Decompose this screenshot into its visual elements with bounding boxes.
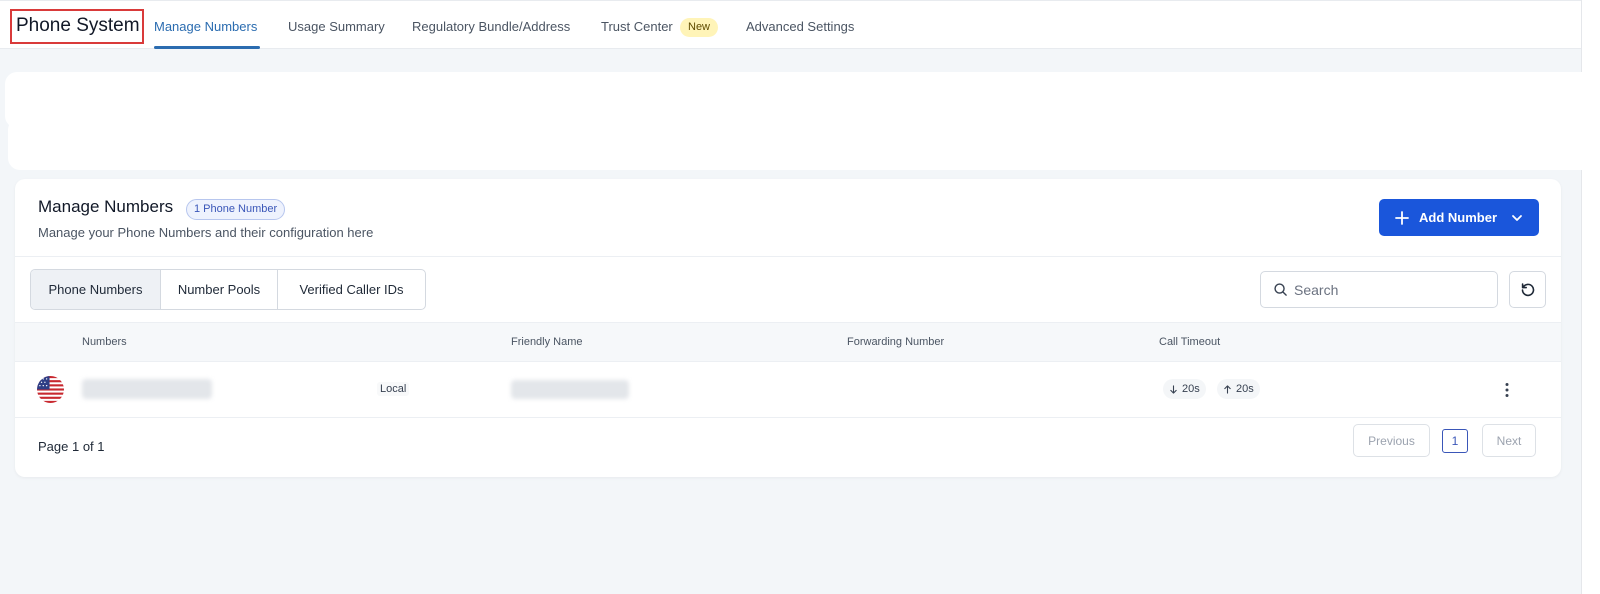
outgoing-timeout-value: 20s xyxy=(1236,383,1254,395)
chevron-down-icon[interactable] xyxy=(1510,211,1524,225)
banner-card-secondary xyxy=(8,118,1600,170)
app-title: Phone System xyxy=(10,9,144,44)
phone-number-value xyxy=(82,379,212,399)
search-box[interactable] xyxy=(1260,271,1498,308)
current-page-button[interactable]: 1 xyxy=(1442,429,1468,453)
tab-advanced-settings[interactable]: Advanced Settings xyxy=(746,19,854,34)
section-subtitle: Manage your Phone Numbers and their conf… xyxy=(38,225,374,240)
tab-trust-center[interactable]: Trust Center xyxy=(601,19,673,34)
plus-icon xyxy=(1395,210,1409,225)
incoming-timeout-value: 20s xyxy=(1182,383,1200,395)
header-divider xyxy=(15,256,1561,257)
next-page-button[interactable]: Next xyxy=(1482,424,1536,457)
new-badge: New xyxy=(680,18,719,37)
search-input[interactable] xyxy=(1294,281,1484,298)
outgoing-timeout-chip: 20s xyxy=(1217,379,1260,399)
refresh-button[interactable] xyxy=(1509,271,1546,308)
number-type-tag: Local xyxy=(377,382,410,396)
add-number-button[interactable]: Add Number xyxy=(1379,199,1539,236)
tab-usage-summary[interactable]: Usage Summary xyxy=(288,19,385,34)
previous-page-button[interactable]: Previous xyxy=(1353,424,1430,457)
arrow-up-icon xyxy=(1224,384,1231,394)
incoming-timeout-chip: 20s xyxy=(1163,379,1206,399)
subtab-number-pools[interactable]: Number Pools xyxy=(161,270,278,309)
arrow-down-icon xyxy=(1170,384,1177,394)
manage-numbers-card: Manage Numbers 1 Phone Number Manage you… xyxy=(15,179,1561,477)
active-tab-underline xyxy=(154,46,260,49)
table-row[interactable]: Local 20s 20s xyxy=(15,362,1561,418)
subtab-verified-caller-ids[interactable]: Verified Caller IDs xyxy=(278,270,425,309)
page-info: Page 1 of 1 xyxy=(38,439,105,454)
section-title: Manage Numbers xyxy=(38,197,174,216)
column-header-friendly-name[interactable]: Friendly Name xyxy=(511,336,583,348)
top-navigation: Phone System Manage Numbers Usage Summar… xyxy=(0,0,1581,49)
add-number-label: Add Number xyxy=(1419,210,1497,225)
column-header-forwarding-number[interactable]: Forwarding Number xyxy=(847,336,944,348)
us-flag-icon xyxy=(37,376,64,403)
column-header-call-timeout[interactable]: Call Timeout xyxy=(1159,336,1220,348)
more-options-icon[interactable] xyxy=(1497,379,1517,401)
column-header-numbers[interactable]: Numbers xyxy=(82,336,127,348)
phone-number-count-badge: 1 Phone Number xyxy=(186,199,286,220)
subtab-phone-numbers[interactable]: Phone Numbers xyxy=(31,270,161,309)
search-icon xyxy=(1274,283,1287,296)
tab-manage-numbers[interactable]: Manage Numbers xyxy=(154,19,257,34)
number-type-tabs: Phone Numbers Number Pools Verified Call… xyxy=(30,269,426,310)
friendly-name-value xyxy=(511,380,629,399)
refresh-icon xyxy=(1521,282,1534,296)
table-header: Numbers Friendly Name Forwarding Number … xyxy=(15,322,1561,362)
tab-regulatory-bundle[interactable]: Regulatory Bundle/Address xyxy=(412,19,570,34)
